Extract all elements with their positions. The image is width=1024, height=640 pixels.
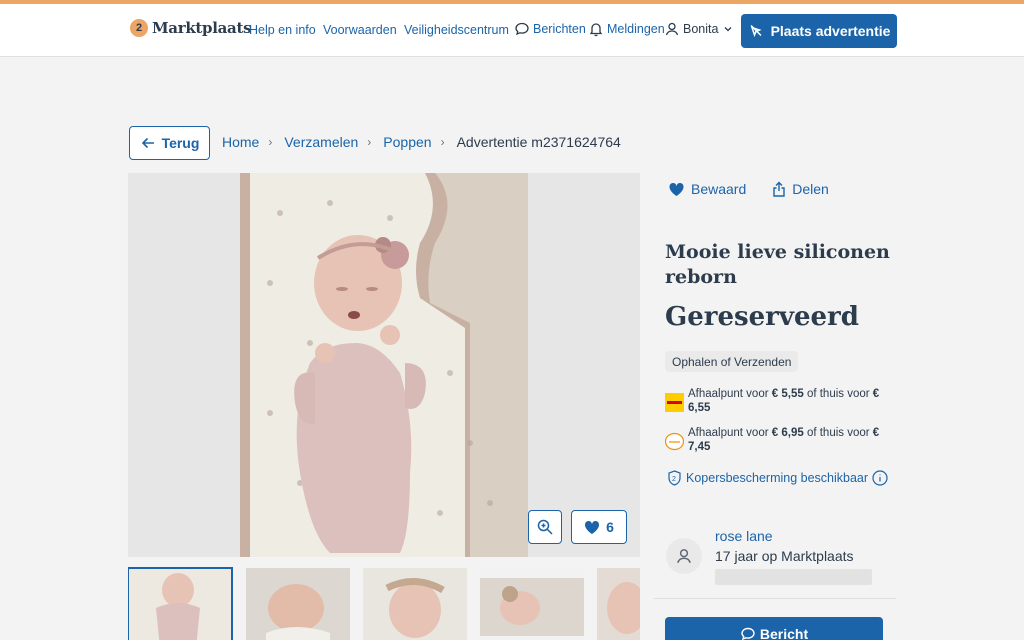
back-button[interactable]: Terug [129, 126, 210, 160]
main-photo[interactable] [240, 173, 528, 557]
place-ad-button[interactable]: Plaats advertentie [741, 14, 897, 48]
message-button[interactable]: Bericht [665, 617, 883, 640]
shipping-text: Afhaalpunt voor € 5,55 of thuis voor € 6… [688, 388, 880, 414]
delivery-badge: Ophalen of Verzenden [665, 351, 799, 372]
divider [654, 598, 896, 599]
breadcrumb-home[interactable]: Home [222, 134, 259, 150]
postnl-icon [665, 432, 684, 451]
heart-icon [585, 520, 600, 534]
shipping-text: Afhaalpunt voor € 6,95 of thuis voor € 7… [688, 427, 880, 453]
breadcrumb-current: Advertentie m2371624764 [456, 134, 621, 150]
thumbnail[interactable] [597, 568, 640, 640]
help-link[interactable]: Help en info [249, 23, 316, 37]
chat-icon [515, 22, 529, 36]
notifications-label: Meldingen [607, 22, 665, 36]
loading-placeholder [715, 569, 872, 585]
breadcrumb-collecting[interactable]: Verzamelen [284, 134, 358, 150]
shield-icon: 2 [668, 470, 681, 486]
user-name: Bonita [683, 22, 719, 36]
breadcrumb-dolls[interactable]: Poppen [383, 134, 431, 150]
megaphone-icon [750, 24, 762, 38]
message-label: Bericht [759, 626, 809, 640]
share-button[interactable]: Delen [772, 181, 829, 197]
seller-avatar[interactable] [666, 538, 702, 574]
favorite-count: 6 [606, 519, 614, 535]
heart-icon [669, 182, 684, 196]
arrow-left-icon [141, 137, 154, 149]
shipping-option-postnl: Afhaalpunt voor € 6,95 of thuis voor € 7… [665, 426, 890, 454]
share-icon [773, 181, 785, 197]
listing-title: Mooie lieve siliconen reborn [665, 241, 890, 288]
user-menu[interactable]: Bonita [664, 21, 733, 37]
back-label: Terug [161, 135, 200, 151]
chat-icon [741, 627, 755, 640]
thumbnail[interactable] [246, 568, 350, 640]
logo-icon: 2 [130, 19, 148, 37]
user-icon [677, 549, 691, 563]
logo[interactable]: 2 Marktplaats [130, 19, 252, 37]
buyer-protection-link[interactable]: 2 Kopersbescherming beschikbaar [667, 470, 888, 486]
svg-text:2: 2 [672, 476, 676, 483]
zoom-button[interactable] [528, 510, 562, 544]
breadcrumb: Home › Verzamelen › Poppen › Advertentie… [222, 134, 621, 150]
seller-since: 17 jaar op Marktplaats [715, 548, 854, 564]
share-label: Delen [792, 181, 829, 197]
listing-price: Gereserveerd [665, 302, 859, 332]
chevron-right-icon: › [367, 135, 372, 149]
save-button[interactable]: Bewaard [668, 181, 746, 197]
header: 2 Marktplaats Help en info Voorwaarden V… [0, 4, 1024, 57]
thumbnail[interactable] [128, 567, 233, 640]
favorite-count-button[interactable]: 6 [571, 510, 627, 544]
zoom-in-icon [537, 519, 553, 535]
chevron-right-icon: › [440, 135, 445, 149]
save-label: Bewaard [691, 181, 747, 197]
dhl-icon [665, 393, 684, 412]
chevron-down-icon [724, 27, 732, 32]
seller-name[interactable]: rose lane [715, 528, 773, 544]
thumbnail[interactable] [480, 568, 584, 640]
thumbnail[interactable] [363, 568, 467, 640]
notifications-link[interactable]: Meldingen [588, 21, 665, 37]
buyer-protection-label: Kopersbescherming beschikbaar [686, 471, 869, 485]
thumbnail-strip [128, 566, 640, 640]
info-icon[interactable] [872, 470, 888, 486]
messages-link[interactable]: Berichten [514, 21, 586, 37]
logo-text: Marktplaats [152, 19, 252, 37]
place-ad-label: Plaats advertentie [770, 23, 891, 39]
chevron-right-icon: › [268, 135, 273, 149]
listing-actions: Bewaard Delen [668, 181, 829, 197]
terms-link[interactable]: Voorwaarden [323, 23, 397, 37]
safety-link[interactable]: Veiligheidscentrum [404, 23, 509, 37]
messages-label: Berichten [533, 22, 586, 36]
shipping-option-dhl: Afhaalpunt voor € 5,55 of thuis voor € 6… [665, 387, 890, 415]
user-icon [665, 22, 679, 36]
image-gallery[interactable]: 6 [128, 173, 640, 557]
bell-icon [589, 23, 603, 37]
